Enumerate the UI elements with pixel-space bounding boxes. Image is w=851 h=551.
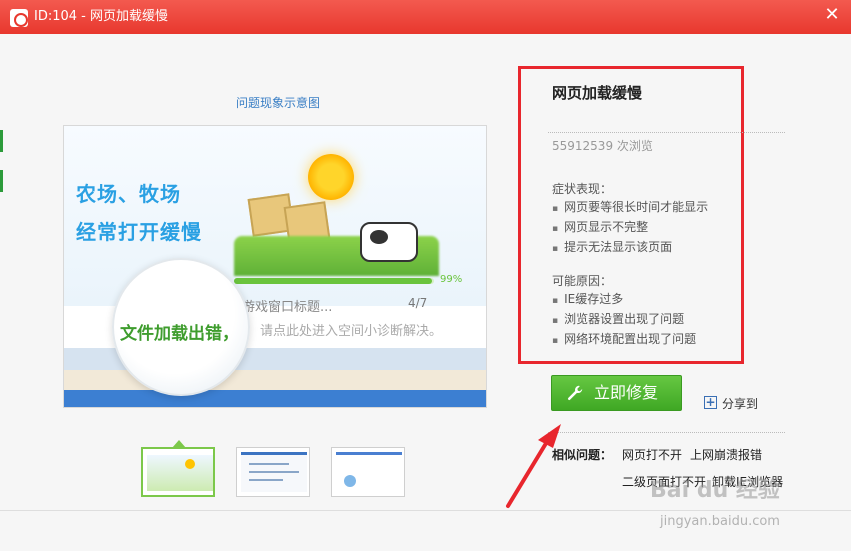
cause-item: 浏览器设置出现了问题 (552, 309, 696, 329)
error-hint-text: 请点此处进入空间小诊断解决。 (260, 324, 443, 339)
thumbnail-3[interactable] (331, 447, 405, 497)
loading-progress-fill (234, 278, 432, 284)
game-window-title: 游戏窗口标题... (242, 300, 333, 315)
symptom-item: 网页显示不完整 (552, 217, 708, 237)
bottom-divider (0, 510, 851, 511)
problem-title: 网页加载缓慢 (552, 84, 643, 102)
magnified-error-text: 文件加载出错， (120, 324, 239, 344)
cow-graphic (360, 222, 418, 262)
cause-item: 网络环境配置出现了问题 (552, 329, 696, 349)
title-bar: ID:104 - 网页加载缓慢 ✕ (0, 0, 851, 34)
thumbnail-3-preview (336, 452, 402, 492)
plus-icon: + (704, 395, 717, 409)
thumbnail-text-line (249, 479, 283, 481)
symptoms-list: 网页要等很长时间才能显示 网页显示不完整 提示无法显示该页面 (552, 197, 708, 257)
view-count: 55912539 次浏览 (552, 139, 653, 153)
sun-graphic (308, 154, 354, 200)
illustration-headline-1: 农场、牧场 (76, 182, 181, 206)
watermark: Bai du 经验 (650, 478, 780, 503)
app-logo-icon (10, 9, 28, 27)
game-count: 4/7 (408, 296, 428, 310)
symptom-item: 网页要等很长时间才能显示 (552, 197, 708, 217)
thumbnail-text-line (249, 471, 299, 473)
thumbnail-text-line (249, 463, 289, 465)
causes-list: IE缓存过多 浏览器设置出现了问题 网络环境配置出现了问题 (552, 289, 696, 349)
causes-label: 可能原因： (552, 274, 613, 288)
cause-item: IE缓存过多 (552, 289, 696, 309)
share-label: 分享到 (722, 397, 759, 411)
illustration-caption: 问题现象示意图 (236, 96, 321, 110)
water-band (64, 390, 486, 407)
thumbnail-1-preview (147, 455, 213, 491)
thumbnail-2-preview (241, 452, 307, 492)
fix-now-label: 立即修复 (594, 383, 659, 402)
related-link[interactable]: 上网崩溃报错 (690, 446, 762, 463)
problem-window: ID:104 - 网页加载缓慢 ✕ 问题现象示意图 农场、牧场 经常打开缓慢 9… (0, 0, 851, 551)
thumbnail-2[interactable] (236, 447, 310, 497)
related-link[interactable]: 网页打不开 (622, 446, 682, 463)
close-icon[interactable]: ✕ (823, 6, 841, 24)
thumbnail-globe-icon (344, 475, 356, 487)
related-label: 相似问题： (552, 448, 613, 462)
problem-illustration: 农场、牧场 经常打开缓慢 99% 游戏窗口标题... 4/7 请点此处进入空间小… (63, 125, 487, 408)
left-edge-indicator (0, 130, 3, 152)
left-edge-indicator (0, 170, 3, 192)
divider (548, 432, 785, 433)
wrench-icon (567, 385, 583, 401)
fix-now-button[interactable]: 立即修复 (551, 375, 682, 411)
divider (548, 132, 785, 133)
window-title: ID:104 - 网页加载缓慢 (34, 9, 168, 24)
illustration-headline-2: 经常打开缓慢 (76, 220, 202, 244)
watermark-url: jingyan.baidu.com (660, 514, 780, 529)
fence-band (64, 370, 486, 390)
thumbnail-sun-icon (185, 459, 195, 469)
loading-progress-bar (234, 278, 434, 284)
symptoms-label: 症状表现： (552, 182, 613, 196)
thumbnail-1[interactable] (141, 447, 215, 497)
symptom-item: 提示无法显示该页面 (552, 237, 708, 257)
loading-percent: 99% (440, 274, 463, 285)
